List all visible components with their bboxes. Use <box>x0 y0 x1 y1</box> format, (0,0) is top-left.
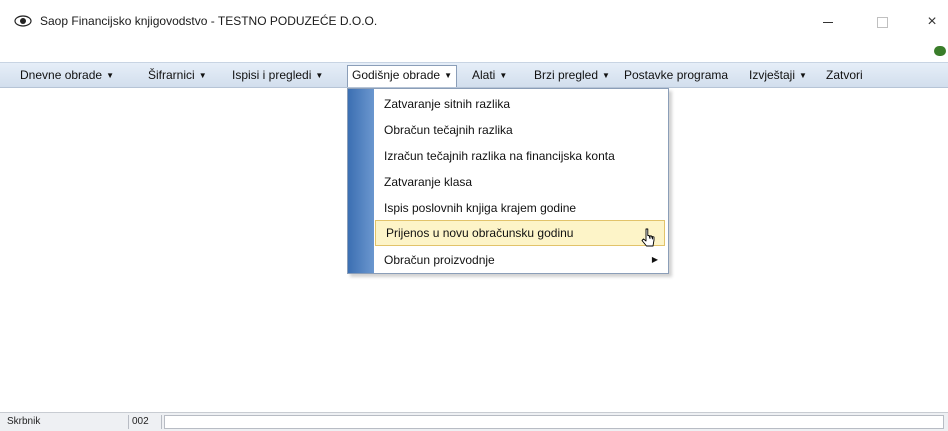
menu-label: Ispisi i pregledi <box>232 68 312 82</box>
maximize-icon <box>876 17 888 29</box>
menu-zatvori[interactable]: Zatvori <box>822 66 867 84</box>
menu-item-zatvaranje-sitnih-razlika[interactable]: Zatvaranje sitnih razlika <box>374 91 666 117</box>
menu-item-zatvaranje-klasa[interactable]: Zatvaranje klasa <box>374 169 666 195</box>
godisnje-obrade-dropdown: Zatvaranje sitnih razlika Obračun tečajn… <box>347 88 669 274</box>
toolbar-green-icon[interactable] <box>934 46 946 56</box>
menu-item-label: Obračun tečajnih razlika <box>384 123 513 137</box>
menu-label: Brzi pregled <box>534 68 599 82</box>
menu-label: Izvještaji <box>749 68 796 82</box>
window-title: Saop Financijsko knjigovodstvo - TESTNO … <box>40 14 378 28</box>
menu-item-obracun-tecajnih-razlika[interactable]: Obračun tečajnih razlika <box>374 117 666 143</box>
close-button[interactable]: × <box>912 8 948 36</box>
menu-item-izracun-tecajnih-razlika[interactable]: Izračun tečajnih razlika na financijska … <box>374 143 666 169</box>
caret-down-icon: ▼ <box>602 71 610 80</box>
menu-item-label: Obračun proizvodnje <box>384 253 495 267</box>
caret-down-icon: ▼ <box>444 71 452 80</box>
menu-item-label: Zatvaranje sitnih razlika <box>384 97 511 111</box>
maximize-button[interactable] <box>862 8 902 36</box>
menu-item-label: Izračun tečajnih razlika na financijska … <box>384 149 615 163</box>
submenu-arrow-icon: ▶ <box>651 255 658 264</box>
eye-logo-icon <box>14 15 32 27</box>
minimize-button[interactable] <box>808 8 848 36</box>
caret-down-icon: ▼ <box>799 71 807 80</box>
dropdown-icon-strip <box>348 89 374 273</box>
status-bar: Skrbnik 002 <box>0 412 948 431</box>
status-user: Skrbnik <box>7 416 41 427</box>
menu-dnevne-obrade[interactable]: Dnevne obrade ▼ <box>16 66 118 84</box>
menu-label: Šifrarnici <box>148 68 195 82</box>
menu-ispisi-i-pregledi[interactable]: Ispisi i pregledi ▼ <box>228 66 327 84</box>
menu-label: Godišnje obrade <box>352 68 441 82</box>
menu-label: Dnevne obrade <box>20 68 103 82</box>
menu-label: Postavke programa <box>624 68 729 82</box>
menu-label: Alati <box>472 68 496 82</box>
status-code: 002 <box>128 415 162 429</box>
menu-izvjestaji[interactable]: Izvještaji ▼ <box>745 66 811 84</box>
title-bar: Saop Financijsko knjigovodstvo - TESTNO … <box>0 0 948 44</box>
menu-brzi-pregled[interactable]: Brzi pregled ▼ <box>530 66 614 84</box>
menu-alati[interactable]: Alati ▼ <box>468 66 511 84</box>
caret-down-icon: ▼ <box>315 71 324 80</box>
caret-down-icon: ▼ <box>198 71 207 80</box>
menu-item-ispis-poslovnih-knjiga[interactable]: Ispis poslovnih knjiga krajem godine <box>374 195 666 221</box>
menu-postavke-programa[interactable]: Postavke programa <box>620 66 732 84</box>
caret-down-icon: ▼ <box>499 71 508 80</box>
menu-godisnje-obrade[interactable]: Godišnje obrade ▼ <box>347 65 457 87</box>
menu-item-label: Zatvaranje klasa <box>384 175 473 189</box>
mouse-cursor-icon <box>641 228 655 247</box>
menu-label: Zatvori <box>826 68 863 82</box>
caret-down-icon: ▼ <box>106 71 114 80</box>
menu-item-obracun-proizvodnje[interactable]: Obračun proizvodnje ▶ <box>374 247 666 273</box>
menu-item-label: Prijenos u novu obračunsku godinu <box>386 226 574 240</box>
menu-item-prijenos-u-novu-godinu[interactable]: Prijenos u novu obračunsku godinu <box>375 220 665 246</box>
menu-bar: Dnevne obrade ▼ Šifrarnici ▼ Ispisi i preg… <box>0 62 948 88</box>
menu-sifrarnici[interactable]: Šifrarnici ▼ <box>144 66 211 84</box>
minimize-icon <box>823 22 833 24</box>
status-message <box>164 415 944 429</box>
menu-item-label: Ispis poslovnih knjiga krajem godine <box>384 201 577 215</box>
